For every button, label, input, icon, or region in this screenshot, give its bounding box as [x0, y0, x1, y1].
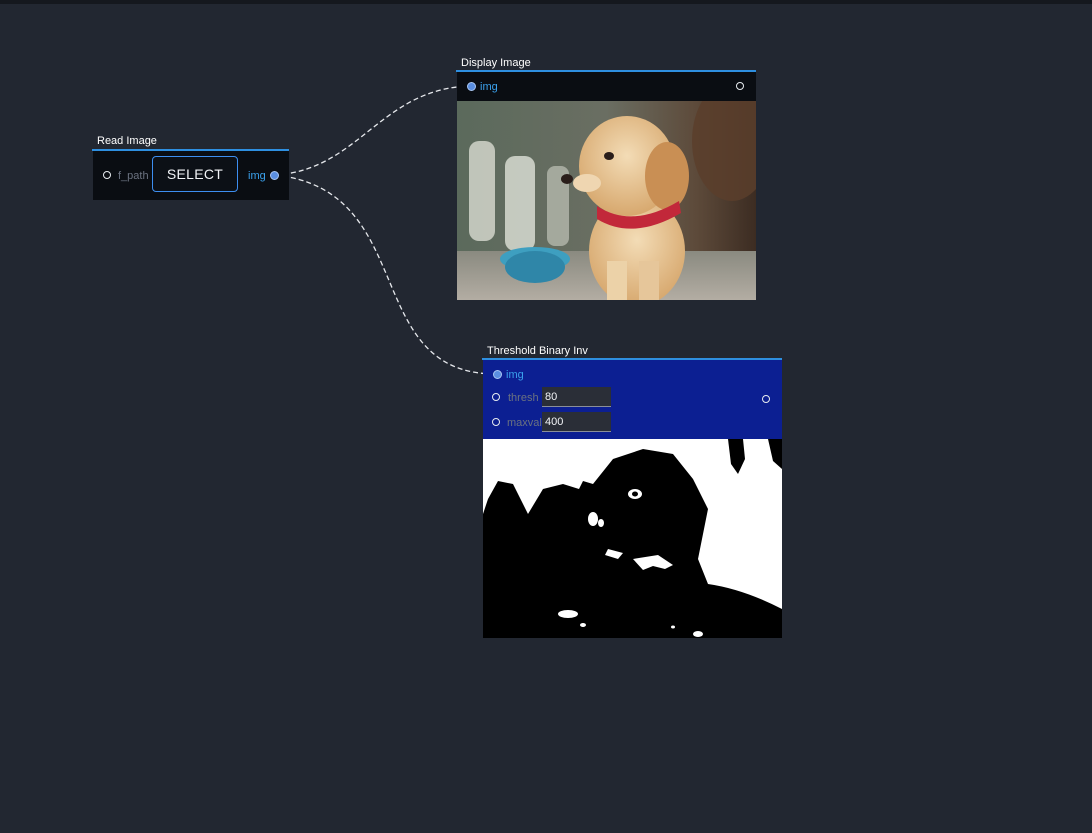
display-image-output-port-icon[interactable] [736, 82, 744, 90]
read-image-title: Read Image [97, 135, 157, 147]
display-image-input-label: img [480, 81, 498, 93]
threshold-input-port-icon[interactable] [493, 370, 502, 379]
display-image-input-port-icon[interactable] [467, 82, 476, 91]
maxval-input[interactable]: 400 [542, 412, 611, 432]
read-image-fpath-port-icon[interactable] [103, 171, 111, 179]
thresh-port-icon[interactable] [492, 393, 500, 401]
threshold-input-label: img [506, 369, 524, 381]
wire-read-to-display [274, 85, 472, 176]
read-image-output-port-icon[interactable] [270, 171, 279, 180]
puppy-photo-preview [457, 101, 756, 300]
display-image-title: Display Image [461, 57, 531, 69]
display-image-node[interactable] [457, 72, 756, 101]
select-button[interactable]: SELECT [152, 156, 238, 192]
threshold-image-preview [483, 439, 782, 638]
thresh-label: thresh [508, 392, 539, 404]
read-image-fpath-label: f_path [118, 170, 149, 182]
threshold-output-port-icon[interactable] [762, 395, 770, 403]
read-image-output-label: img [248, 170, 266, 182]
maxval-port-icon[interactable] [492, 418, 500, 426]
thresh-input[interactable]: 80 [542, 387, 611, 407]
top-bar [0, 0, 1092, 4]
threshold-title: Threshold Binary Inv [487, 345, 588, 357]
maxval-label: maxval [507, 417, 542, 429]
